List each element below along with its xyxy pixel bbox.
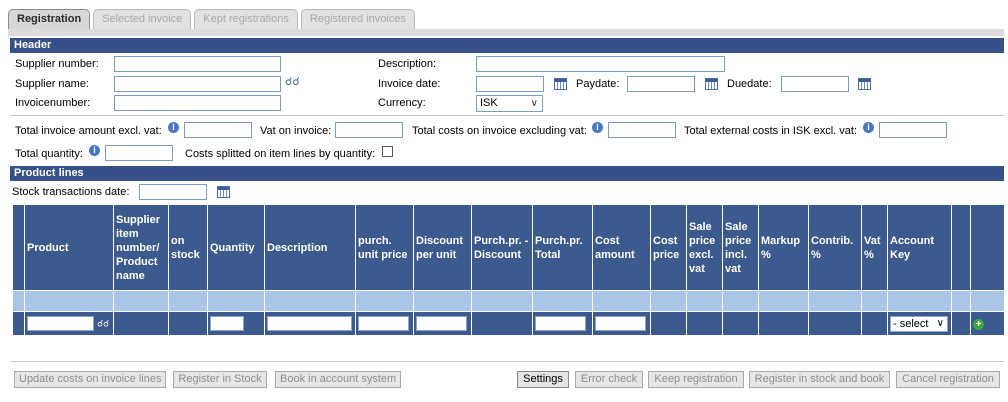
error-check-button[interactable]: Error check — [575, 371, 643, 388]
total-quantity-label: Total quantity: — [15, 148, 83, 160]
product-lines-section-title: Product lines — [10, 166, 1004, 181]
duedate-label: Duedate: — [727, 78, 772, 90]
header-divider — [10, 115, 1004, 116]
purch-pr-total-input[interactable] — [535, 316, 586, 331]
column-header-empty — [970, 204, 1005, 291]
table-row — [12, 290, 1005, 312]
paydate-input[interactable] — [627, 76, 695, 92]
currency-label: Currency: — [378, 97, 426, 109]
currency-value: ISK — [480, 97, 498, 109]
stock-transactions-date-label: Stock transactions date: — [12, 186, 130, 198]
total-quantity-input[interactable] — [105, 145, 173, 161]
total-costs-input[interactable] — [608, 122, 676, 138]
vat-on-invoice-input[interactable] — [335, 122, 403, 138]
currency-select[interactable]: ISK ∨ — [476, 95, 543, 112]
column-header-description: Description — [264, 204, 356, 291]
vat-on-invoice-label: Vat on invoice: — [260, 125, 332, 137]
total-costs-label: Total costs on invoice excluding vat: — [412, 125, 587, 137]
chevron-down-icon: ∨ — [530, 98, 538, 109]
invoicenumber-label: Invoicenumber: — [15, 97, 91, 109]
total-excl-vat-input[interactable] — [184, 122, 252, 138]
total-external-costs-input[interactable] — [879, 122, 947, 138]
column-header-sale-price-excl-vat: Sale price excl. vat — [686, 204, 723, 291]
column-header-markup: Markup % — [758, 204, 809, 291]
column-header-contrib: Contrib. % — [808, 204, 862, 291]
tab-bar: Registration Selected invoice Kept regis… — [8, 9, 415, 29]
column-header-purch-pr-discount: Purch.pr. - Discount — [471, 204, 533, 291]
column-header-purch-pr-total: Purch.pr. Total — [532, 204, 593, 291]
book-in-account-system-button[interactable]: Book in account system — [275, 371, 401, 388]
column-spacer — [12, 204, 25, 291]
column-header-account-key: Account Key — [887, 204, 952, 291]
description-input[interactable] — [476, 56, 725, 72]
column-header-on-stock: on stock — [168, 204, 208, 291]
invoice-date-label: Invoice date: — [378, 78, 441, 90]
table-entry-row: ☌☌ - select ∨ + — [12, 311, 1005, 336]
column-header-empty — [951, 204, 971, 291]
paydate-calendar-icon[interactable] — [705, 78, 718, 90]
footer-divider — [10, 361, 1004, 362]
cancel-registration-button[interactable]: Cancel registration — [896, 371, 1000, 388]
invoice-date-calendar-icon[interactable] — [554, 78, 567, 90]
duedate-calendar-icon[interactable] — [858, 78, 871, 90]
column-header-cost-price: Cost price — [650, 204, 687, 291]
stock-transactions-date-input[interactable] — [139, 184, 207, 200]
supplier-name-label: Supplier name: — [15, 78, 89, 90]
column-header-cost-amount: Cost amount — [592, 204, 651, 291]
supplier-name-input[interactable] — [114, 76, 281, 92]
column-header-vat: Vat % — [861, 204, 888, 291]
info-icon[interactable]: i — [89, 145, 100, 156]
info-icon[interactable]: i — [592, 122, 603, 133]
info-icon[interactable]: i — [863, 122, 874, 133]
product-lines-table: Product Supplier item number/ Product na… — [12, 204, 1005, 336]
tab-selected-invoice[interactable]: Selected invoice — [93, 9, 192, 29]
supplier-number-input[interactable] — [114, 56, 281, 72]
keep-registration-button[interactable]: Keep registration — [648, 371, 744, 388]
description-line-input[interactable] — [267, 316, 352, 331]
register-in-stock-button[interactable]: Register in Stock — [173, 371, 267, 388]
chevron-down-icon: ∨ — [936, 317, 944, 329]
paydate-label: Paydate: — [576, 78, 620, 90]
tab-registered-invoices[interactable]: Registered invoices — [300, 9, 415, 29]
column-header-supplier-item: Supplier item number/ Product name — [113, 204, 169, 291]
column-header-purch-unit-price: purch. unit price — [355, 204, 414, 291]
column-header-quantity: Quantity — [207, 204, 265, 291]
tab-underline — [8, 29, 1004, 36]
duedate-input[interactable] — [781, 76, 849, 92]
table-header-row: Product Supplier item number/ Product na… — [12, 204, 1005, 291]
account-key-select[interactable]: - select ∨ — [890, 315, 948, 332]
costs-splitted-checkbox[interactable] — [382, 146, 393, 157]
purch-unit-price-input[interactable] — [358, 316, 409, 331]
total-external-costs-label: Total external costs in ISK excl. vat: — [684, 125, 858, 137]
invoicenumber-input[interactable] — [114, 95, 281, 111]
tab-kept-registrations[interactable]: Kept registrations — [194, 9, 298, 29]
invoice-date-input[interactable] — [476, 76, 544, 92]
register-in-stock-and-book-button[interactable]: Register in stock and book — [749, 371, 890, 388]
column-header-product: Product — [24, 204, 114, 291]
tab-registration[interactable]: Registration — [8, 9, 91, 29]
total-excl-vat-label: Total invoice amount excl. vat: — [15, 125, 162, 137]
discount-per-unit-input[interactable] — [416, 316, 467, 331]
cost-amount-input[interactable] — [595, 316, 646, 331]
column-header-sale-price-incl-vat: Sale price incl. vat — [722, 204, 759, 291]
stock-date-calendar-icon[interactable] — [217, 186, 230, 198]
binoculars-search-icon[interactable]: ☌☌ — [285, 75, 300, 88]
update-costs-button[interactable]: Update costs on invoice lines — [14, 371, 166, 388]
supplier-number-label: Supplier number: — [15, 58, 99, 70]
header-section-title: Header — [10, 38, 1004, 53]
product-input[interactable] — [27, 316, 94, 331]
column-header-discount-per-unit: Discount per unit — [413, 204, 472, 291]
add-line-plus-icon[interactable]: + — [973, 318, 984, 330]
description-label: Description: — [378, 58, 437, 70]
binoculars-search-icon[interactable]: ☌☌ — [97, 318, 109, 328]
account-key-value: - select — [893, 317, 929, 330]
settings-button[interactable]: Settings — [517, 371, 569, 388]
quantity-input[interactable] — [210, 316, 244, 331]
info-icon[interactable]: i — [168, 122, 179, 133]
costs-splitted-label: Costs splitted on item lines by quantity… — [185, 148, 376, 160]
